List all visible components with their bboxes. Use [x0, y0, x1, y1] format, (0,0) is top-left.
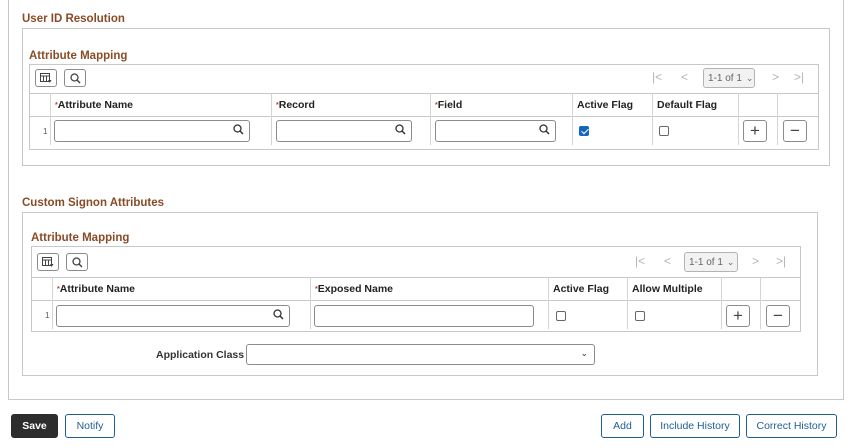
application-class-label: Application Class	[156, 349, 245, 361]
delete-row-button[interactable]: −	[783, 120, 807, 142]
last-page-icon[interactable]: >|	[776, 254, 786, 268]
cell-separator	[777, 117, 778, 145]
pager-range-select-1[interactable]: 1-1 of 1 ⌄	[703, 68, 755, 88]
column-header-active-flag: Active Flag	[572, 94, 633, 117]
pager-range-text: 1-1 of 1	[689, 256, 723, 268]
grid-find-button[interactable]	[64, 69, 86, 87]
first-page-icon[interactable]: |<	[635, 254, 645, 268]
column-header-add	[721, 278, 726, 301]
cell-separator	[271, 117, 272, 145]
column-header-field: *Field	[430, 94, 462, 117]
grid-personalize-icon	[42, 256, 54, 267]
grid-find-button[interactable]	[66, 253, 88, 271]
notify-button[interactable]: Notify	[65, 414, 115, 438]
cell-separator	[738, 117, 739, 145]
save-button[interactable]: Save	[11, 414, 58, 438]
delete-row-button[interactable]: −	[766, 305, 790, 327]
grid-header-2: *Attribute Name *Exposed Name Active Fla…	[32, 277, 800, 301]
exposed-name-input[interactable]	[314, 305, 534, 327]
cell-separator	[50, 117, 51, 145]
previous-page-icon[interactable]: <	[664, 254, 671, 268]
next-page-icon[interactable]: >	[772, 70, 779, 84]
cell-separator	[52, 301, 53, 329]
add-button[interactable]: Add	[601, 414, 644, 438]
pager-range-text: 1-1 of 1	[708, 72, 742, 84]
default-flag-checkbox[interactable]	[659, 126, 669, 136]
cell-separator	[548, 301, 549, 329]
grid-title-attribute-mapping-2: Attribute Mapping	[31, 232, 130, 244]
column-header-record: *Record	[271, 94, 315, 117]
active-flag-checkbox[interactable]	[556, 311, 566, 321]
chevron-down-icon: ⌄	[580, 348, 588, 358]
last-page-icon[interactable]: >|	[794, 70, 804, 84]
record-input[interactable]	[276, 120, 412, 142]
cell-separator	[652, 117, 653, 145]
find-icon	[71, 256, 83, 268]
grid-personalize-button[interactable]	[37, 253, 59, 271]
grid-personalize-button[interactable]	[35, 69, 57, 87]
attribute-name-input[interactable]	[54, 120, 250, 142]
column-header-allow-multiple: Allow Multiple	[627, 278, 703, 301]
row-number: 1	[45, 311, 50, 320]
column-header-default-flag: Default Flag	[652, 94, 717, 117]
column-header-active-flag: Active Flag	[548, 278, 609, 301]
lookup-icon[interactable]	[233, 124, 244, 135]
column-header-add	[738, 94, 743, 117]
include-history-button[interactable]: Include History	[650, 414, 740, 438]
delete-row-icon: −	[773, 306, 783, 325]
add-row-button[interactable]: +	[743, 120, 767, 142]
previous-page-icon[interactable]: <	[681, 70, 688, 84]
table-row: 1 + −	[30, 117, 818, 145]
grid-personalize-icon	[40, 72, 52, 83]
cell-separator	[721, 301, 722, 329]
lookup-icon[interactable]	[273, 309, 284, 320]
pager-range-select-2[interactable]: 1-1 of 1 ⌄	[684, 252, 738, 272]
cell-separator	[430, 117, 431, 145]
next-page-icon[interactable]: >	[752, 254, 759, 268]
section-title-custom-signon: Custom Signon Attributes	[22, 197, 165, 209]
find-icon	[69, 72, 81, 84]
column-header-delete	[760, 278, 765, 301]
cell-separator	[310, 301, 311, 329]
table-row: 1 + −	[32, 301, 800, 329]
grid-header-1: *Attribute Name *Record *Field Active Fl…	[30, 93, 818, 117]
add-row-button[interactable]: +	[726, 305, 750, 327]
attribute-name-input[interactable]	[56, 305, 290, 327]
column-header-delete	[777, 94, 782, 117]
allow-multiple-checkbox[interactable]	[635, 311, 645, 321]
add-row-icon: +	[750, 121, 760, 140]
cell-separator	[572, 117, 573, 145]
field-input[interactable]	[435, 120, 556, 142]
lookup-icon[interactable]	[539, 124, 550, 135]
delete-row-icon: −	[790, 121, 800, 140]
section-title-user-id-resolution: User ID Resolution	[22, 13, 125, 25]
chevron-down-icon: ⌄	[745, 72, 754, 83]
correct-history-button[interactable]: Correct History	[746, 414, 837, 438]
column-header-attribute-name: *Attribute Name	[52, 278, 135, 301]
application-class-select[interactable]: ⌄	[246, 344, 595, 365]
first-page-icon[interactable]: |<	[652, 70, 662, 84]
chevron-down-icon: ⌄	[726, 256, 735, 267]
cell-separator	[627, 301, 628, 329]
grid-title-attribute-mapping-1: Attribute Mapping	[29, 50, 128, 62]
cell-separator	[760, 301, 761, 329]
active-flag-checkbox[interactable]	[579, 126, 589, 136]
row-number: 1	[43, 127, 48, 136]
column-header-attribute-name: *Attribute Name	[50, 94, 133, 117]
lookup-icon[interactable]	[395, 124, 406, 135]
column-header-exposed-name: *Exposed Name	[310, 278, 393, 301]
add-row-icon: +	[733, 306, 743, 325]
